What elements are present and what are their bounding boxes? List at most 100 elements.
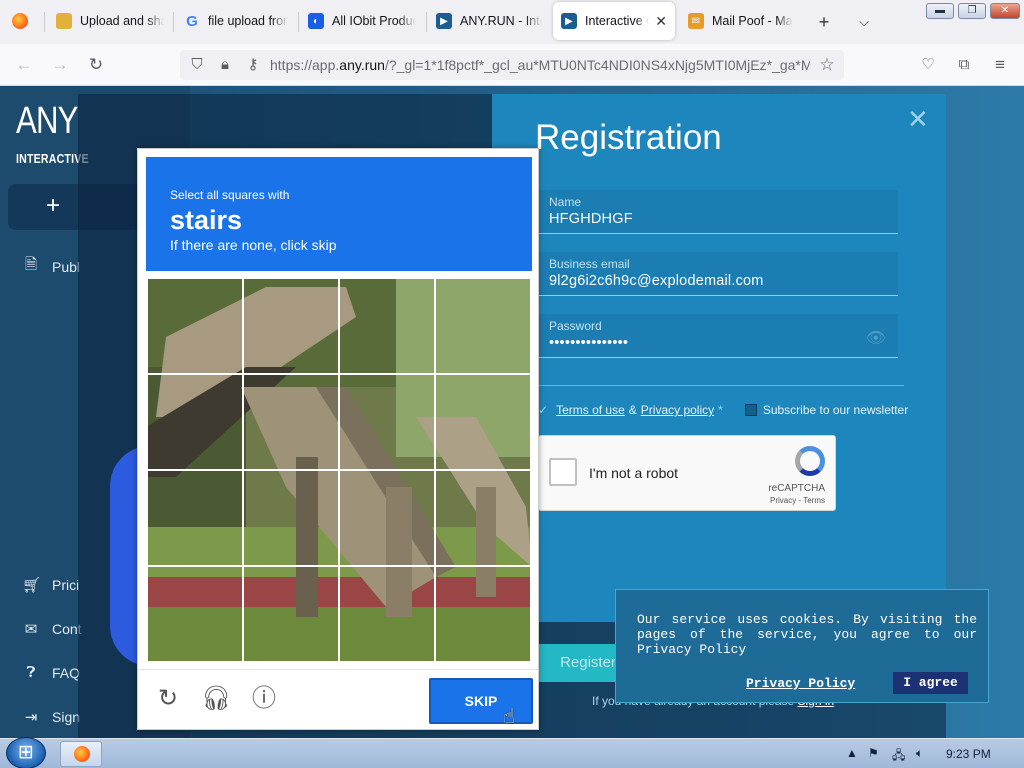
consent-row: ✓ Terms of use & Privacy policy * Subscr… (538, 403, 909, 417)
sidebar-item-signin[interactable]: ⇥ Sign (22, 708, 80, 726)
captcha-header: Select all squares with stairs If there … (146, 157, 532, 271)
email-field[interactable]: Business email 9l2g6i2c6h9c@explodemail.… (538, 252, 898, 296)
tab-iobit-products[interactable]: ◐ All IObit Produc (300, 2, 424, 40)
windows-taskbar: ▲ ⚑ 🖧 🔈︎ 9:23 PM (0, 737, 1024, 768)
tab-upload-and-share[interactable]: Upload and sha (48, 2, 172, 40)
registration-title: Registration (535, 118, 722, 157)
extensions-icon[interactable]: ⧉ (953, 55, 975, 75)
captcha-instruction: Select all squares with (170, 188, 290, 202)
cookie-banner: Our service uses cookies. By visiting th… (615, 589, 989, 703)
tab-anyrun[interactable]: ▶ ANY.RUN - Inte (428, 2, 550, 40)
firefox-icon (12, 13, 28, 29)
registration-panel: Registration ✕ Name HFGHDHGF Business em… (492, 94, 946, 682)
terms-checkbox[interactable]: ✓ (538, 403, 548, 417)
action-center-flag-icon[interactable]: ⚑ (868, 746, 879, 760)
browser-tab-bar: Upload and sha G file upload from ◐ All … (0, 0, 1024, 44)
info-icon[interactable]: ⓘ (249, 684, 279, 714)
show-password-eye-icon[interactable]: 👁︎ (866, 328, 886, 348)
captcha-tile[interactable] (434, 277, 532, 375)
captcha-tile[interactable] (146, 565, 244, 663)
permissions-key-icon[interactable]: ⚷ (242, 55, 264, 75)
restore-window-button[interactable]: ❐ (958, 3, 986, 19)
terms-link[interactable]: Terms of use (556, 403, 625, 417)
captcha-tile[interactable] (434, 373, 532, 471)
captcha-challenge: Select all squares with stairs If there … (137, 148, 539, 730)
network-icon[interactable]: 🖧 (892, 746, 905, 767)
skip-button[interactable]: SKIP (429, 678, 533, 724)
cart-icon: 🛒︎ (22, 577, 42, 594)
newsletter-label: Subscribe to our newsletter (762, 403, 909, 417)
forward-arrow-icon[interactable]: → (49, 55, 71, 75)
google-icon: G (186, 12, 198, 30)
sidebar-item-pricing[interactable]: 🛒︎ Prici (22, 576, 79, 594)
taskbar-clock[interactable]: 9:23 PM (946, 747, 991, 761)
name-field[interactable]: Name HFGHDHGF (538, 190, 898, 234)
divider (538, 385, 904, 386)
volume-muted-icon[interactable]: 🔈︎ (916, 746, 923, 761)
privacy-policy-link[interactable]: Privacy policy (641, 403, 714, 417)
tab-mail-poof[interactable]: ✉ Mail Poof - Ma (680, 2, 804, 40)
captcha-tile[interactable] (146, 469, 244, 567)
tab-firefox-view[interactable] (4, 2, 40, 40)
bookmark-star-icon[interactable]: ☆ (816, 55, 838, 75)
menu-hamburger-icon[interactable]: ≡ (989, 55, 1011, 75)
reload-challenge-icon[interactable]: ↻ (153, 684, 183, 714)
recaptcha-privacy-terms-links[interactable]: Privacy - Terms (770, 496, 825, 505)
show-hidden-icons-icon[interactable]: ▲ (846, 746, 858, 760)
anyrun-logo: ANY (16, 100, 78, 142)
captcha-tile[interactable] (434, 469, 532, 567)
pocket-icon[interactable]: ♡ (917, 55, 939, 75)
close-icon[interactable]: ✕ (907, 104, 929, 135)
recaptcha-label: I'm not a robot (589, 465, 679, 481)
captcha-target: stairs (170, 205, 243, 235)
captcha-tile[interactable] (146, 373, 244, 471)
newsletter-checkbox[interactable] (744, 404, 757, 416)
captcha-hint: If there are none, click skip (170, 237, 337, 253)
tab-file-upload[interactable]: G file upload from (176, 2, 296, 40)
captcha-tile[interactable] (146, 277, 244, 375)
upload-site-icon (56, 13, 72, 29)
firefox-icon (74, 746, 90, 762)
captcha-tile[interactable] (338, 277, 436, 375)
audio-challenge-headphones-icon[interactable]: 🎧︎ (201, 684, 231, 714)
iobit-icon: ◐ (308, 13, 324, 29)
start-button[interactable] (6, 737, 46, 768)
captcha-tile[interactable] (242, 277, 340, 375)
recaptcha-logo-icon (795, 446, 825, 476)
captcha-tile[interactable] (242, 469, 340, 567)
lock-icon[interactable]: 🔒︎ (214, 55, 236, 75)
captcha-tile[interactable] (434, 565, 532, 663)
question-icon: ❓︎ (26, 664, 36, 681)
list-tabs-chevron-icon[interactable]: ⌵ (854, 12, 874, 32)
recaptcha-checkbox[interactable] (549, 458, 577, 486)
browser-nav-bar: ← → ↻ ⛉ 🔒︎ ⚷ https://app.any.run/?_gl=1*… (0, 44, 1024, 86)
password-field[interactable]: Password ••••••••••••••• 👁︎ (538, 314, 898, 358)
tab-interactive-online[interactable]: ▶ Interactive O ✕ (553, 2, 675, 40)
captcha-tile[interactable] (338, 565, 436, 663)
recaptcha-widget: I'm not a robot reCAPTCHA Privacy - Term… (538, 435, 836, 511)
captcha-tile[interactable] (242, 565, 340, 663)
cookie-text: Our service uses cookies. By visiting th… (637, 612, 977, 657)
sidebar-item-public[interactable]: 🗎 Publ (22, 254, 80, 279)
cookie-agree-button[interactable]: I agree (893, 672, 968, 694)
document-icon: 🗎 (24, 256, 38, 273)
captcha-tile[interactable] (338, 373, 436, 471)
reload-icon[interactable]: ↻ (85, 55, 107, 75)
sidebar-item-faq[interactable]: ❓︎ FAQ (22, 664, 80, 681)
captcha-tile[interactable] (242, 373, 340, 471)
mail-icon: ✉ (24, 621, 38, 638)
sidebar-item-contacts[interactable]: ✉ Cont (22, 620, 82, 638)
cookie-privacy-policy-link[interactable]: Privacy Policy (746, 676, 855, 691)
close-tab-icon[interactable]: ✕ (655, 13, 667, 30)
close-window-button[interactable]: ✕ (990, 3, 1020, 19)
taskbar-firefox-button[interactable] (60, 741, 102, 767)
back-arrow-icon[interactable]: ← (13, 55, 35, 75)
mailpoof-icon: ✉ (688, 13, 704, 29)
minimize-window-button[interactable]: ▬ (926, 3, 954, 19)
shield-icon[interactable]: ⛉ (186, 55, 208, 75)
new-tab-icon[interactable]: + (814, 12, 834, 32)
address-bar[interactable]: ⛉ 🔒︎ ⚷ https://app.any.run/?_gl=1*1f8pct… (180, 50, 844, 80)
captcha-tile[interactable] (338, 469, 436, 567)
url-text[interactable]: https://app.any.run/?_gl=1*1f8pctf*_gcl_… (270, 57, 810, 73)
captcha-image-grid (146, 277, 532, 663)
